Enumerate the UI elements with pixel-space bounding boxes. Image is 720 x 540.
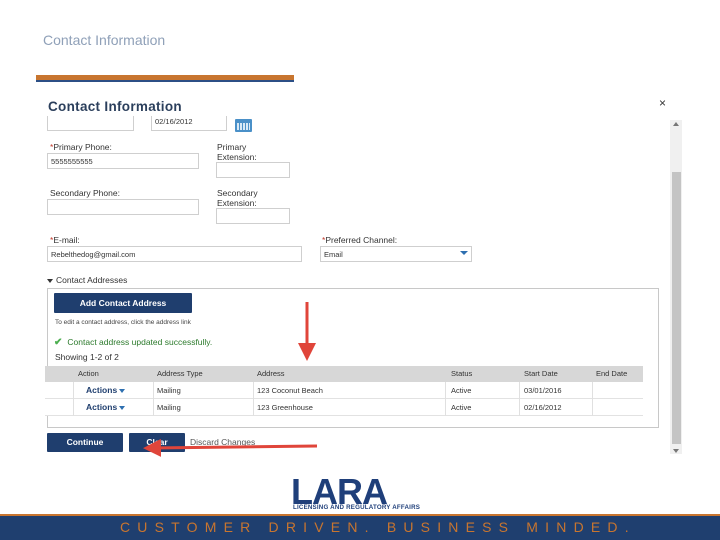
address-type-cell: Mailing [157, 403, 181, 412]
actions-dropdown[interactable]: Actions [86, 385, 126, 395]
primary-extension-label: Primary Extension: [217, 142, 257, 162]
discard-changes-link[interactable]: Discard Changes [190, 437, 255, 447]
continue-button[interactable]: Continue [47, 433, 123, 452]
collapse-triangle-icon [47, 278, 53, 283]
start-date-cell: 03/01/2016 [524, 386, 562, 395]
contact-addresses-toggle[interactable]: Contact Addresses [47, 275, 127, 285]
secondary-phone-input[interactable] [47, 199, 199, 215]
table-row: Actions Mailing 123 Coconut Beach Active… [45, 382, 643, 399]
add-contact-address-button[interactable]: Add Contact Address [54, 293, 192, 313]
table-row: Actions Mailing 123 Greenhouse Active 02… [45, 399, 643, 416]
contact-information-dialog: Contact Information × 02/16/2012 *Primar… [38, 94, 684, 460]
results-count: Showing 1-2 of 2 [55, 352, 119, 362]
secondary-extension-input[interactable] [216, 208, 290, 224]
column-header: Status [451, 369, 473, 378]
edit-hint-text: To edit a contact address, click the add… [55, 319, 191, 326]
status-cell: Active [451, 386, 472, 395]
success-message: ✔ Contact address updated successfully. [54, 337, 213, 348]
status-cell: Active [451, 403, 472, 412]
chevron-down-icon [119, 388, 126, 393]
column-header: Address [257, 369, 285, 378]
clear-button[interactable]: Clear [129, 433, 185, 452]
lara-logo: LARA LICENSING AND REGULATORY AFFAIRS [291, 471, 433, 515]
date-input[interactable]: 02/16/2012 [151, 116, 227, 131]
email-input[interactable]: Rebelthedog@gmail.com [47, 246, 302, 262]
address-type-cell: Mailing [157, 386, 181, 395]
calendar-icon[interactable] [235, 119, 252, 132]
slide-title: Contact Information [43, 32, 166, 48]
primary-phone-input[interactable]: 5555555555 [47, 153, 199, 169]
column-header: Start Date [524, 369, 558, 378]
email-label: *E-mail: [50, 235, 80, 245]
scroll-down-icon[interactable] [673, 449, 679, 453]
checkmark-icon: ✔ [54, 337, 63, 348]
preferred-channel-label: *Preferred Channel: [322, 235, 398, 245]
close-icon[interactable]: × [659, 96, 666, 110]
address-link[interactable]: 123 Greenhouse [257, 403, 313, 412]
scrollbar-thumb[interactable] [672, 172, 681, 444]
actions-dropdown[interactable]: Actions [86, 402, 126, 412]
primary-phone-label: *Primary Phone: [50, 142, 112, 152]
secondary-phone-label: Secondary Phone: [50, 188, 120, 198]
scroll-up-icon[interactable] [673, 122, 679, 126]
column-header: Address Type [157, 369, 203, 378]
start-date-cell: 02/16/2012 [524, 403, 562, 412]
footer-tagline: CUSTOMER DRIVEN. BUSINESS MINDED. [120, 519, 636, 535]
footer-bar: CUSTOMER DRIVEN. BUSINESS MINDED. [0, 514, 720, 540]
previous-field-input[interactable] [47, 116, 134, 131]
preferred-channel-select[interactable]: Email [320, 246, 472, 262]
contact-addresses-label: Contact Addresses [56, 275, 128, 285]
secondary-extension-label: Secondary Extension: [217, 188, 258, 208]
primary-extension-input[interactable] [216, 162, 290, 178]
column-header: End Date [596, 369, 628, 378]
address-link[interactable]: 123 Coconut Beach [257, 386, 323, 395]
column-header: Action [78, 369, 99, 378]
dialog-title: Contact Information [48, 99, 182, 114]
chevron-down-icon [119, 405, 126, 410]
chevron-down-icon[interactable] [460, 251, 468, 255]
logo-subtitle: LICENSING AND REGULATORY AFFAIRS [293, 504, 421, 511]
addresses-table-header: Action Address Type Address Status Start… [45, 366, 643, 383]
title-underline [36, 75, 294, 82]
